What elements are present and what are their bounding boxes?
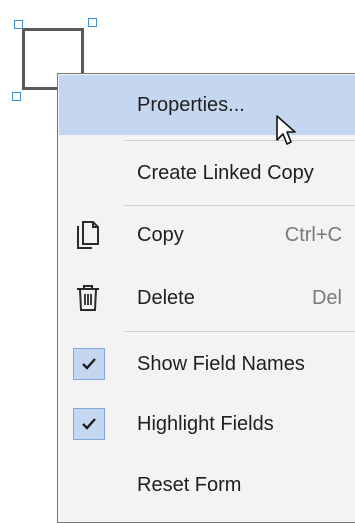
menu-item-label: Create Linked Copy bbox=[137, 161, 314, 184]
resize-handle-top-right[interactable] bbox=[88, 18, 97, 27]
menu-item-copy[interactable]: Copy Ctrl+C bbox=[59, 205, 355, 265]
trash-icon bbox=[75, 283, 101, 313]
menu-item-label: Copy bbox=[137, 223, 184, 246]
menu-item-shortcut: Del bbox=[311, 286, 342, 309]
menu-item-label: Properties... bbox=[137, 93, 245, 116]
menu-item-show-field-names[interactable]: Show Field Names bbox=[59, 334, 355, 394]
menu-item-label: Reset Form bbox=[137, 473, 242, 496]
menu-item-reset-form[interactable]: Reset Form bbox=[59, 455, 355, 515]
checkmark-icon bbox=[73, 408, 105, 440]
menu-item-shortcut: Ctrl+C bbox=[284, 223, 342, 246]
mouse-cursor-icon bbox=[275, 114, 299, 153]
copy-icon bbox=[75, 220, 101, 250]
menu-item-create-linked-copy[interactable]: Create Linked Copy bbox=[59, 143, 355, 203]
menu-item-properties[interactable]: Properties... bbox=[59, 75, 355, 135]
menu-item-label: Highlight Fields bbox=[137, 412, 274, 435]
menu-item-highlight-fields[interactable]: Highlight Fields bbox=[59, 394, 355, 454]
menu-separator bbox=[124, 140, 355, 141]
checkmark-icon bbox=[73, 348, 105, 380]
context-menu: Properties... Create Linked Copy Copy Ct… bbox=[57, 73, 355, 523]
resize-handle-top-left[interactable] bbox=[14, 20, 23, 29]
menu-item-label: Show Field Names bbox=[137, 352, 305, 375]
menu-item-label: Delete bbox=[137, 286, 195, 309]
menu-item-delete[interactable]: Delete Del bbox=[59, 268, 355, 328]
menu-separator bbox=[124, 331, 355, 332]
resize-handle-bottom-left[interactable] bbox=[12, 92, 21, 101]
